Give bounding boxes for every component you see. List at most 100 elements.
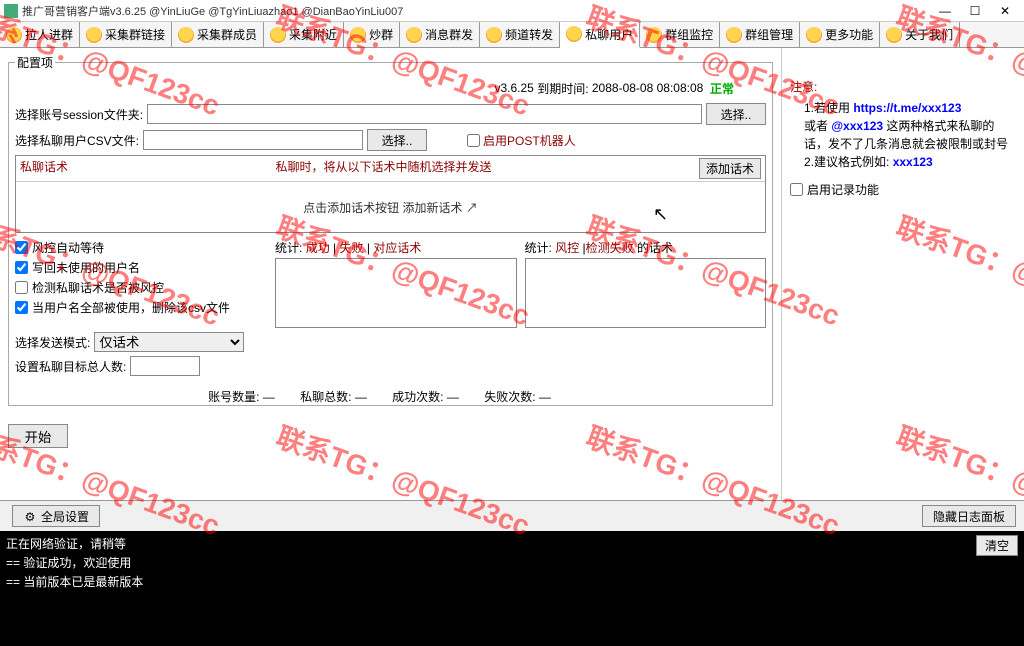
log-enable-checkbox[interactable] bbox=[790, 183, 803, 196]
tab-label: 炒群 bbox=[369, 26, 393, 43]
log-line-1: 正在网络验证，请稍等 bbox=[6, 535, 1018, 552]
tab-7[interactable]: 私聊用户 bbox=[560, 22, 640, 48]
stats1-column: 统计: 成功 | 失败 | 对应话术 bbox=[275, 239, 517, 328]
mid-row: 风控自动等待 写回未使用的用户名 检测私聊话术是否被风控 当用户名全部被使用，删… bbox=[15, 239, 766, 328]
tab-10[interactable]: 更多功能 bbox=[800, 22, 880, 47]
delete-csv-label: 当用户名全部被使用，删除该csv文件 bbox=[32, 299, 230, 316]
auto-wait-checkbox[interactable] bbox=[15, 241, 28, 254]
tab-label: 采集群链接 bbox=[105, 26, 165, 43]
log-enable-row: 启用记录功能 bbox=[790, 181, 1016, 198]
session-browse-button[interactable]: 选择.. bbox=[706, 103, 766, 125]
target-count-label: 设置私聊目标总人数: bbox=[15, 358, 126, 375]
status-value: 正常 bbox=[710, 80, 734, 97]
tab-icon bbox=[806, 27, 822, 43]
csv-input[interactable] bbox=[143, 130, 363, 150]
post-bot-label: 启用POST机器人 bbox=[483, 132, 576, 149]
tab-label: 采集群成员 bbox=[197, 26, 257, 43]
total-count: 私聊总数: — bbox=[300, 390, 367, 404]
stats1-label: 统计: 成功 | 失败 | 对应话术 bbox=[275, 239, 517, 256]
target-count-row: 设置私聊目标总人数: bbox=[15, 356, 766, 376]
minimize-button[interactable]: — bbox=[930, 1, 960, 21]
left-pane: 配置项 v3.6.25 到期时间: 2088-08-08 08:08:08 正常… bbox=[0, 48, 782, 500]
tab-bar: 拉人进群 采集群链接 采集群成员 采集附近 炒群 消息群发 频道转发 私聊用户 群组监控 群组管理… bbox=[0, 22, 1024, 48]
accounts-count: 账号数量: — bbox=[208, 390, 275, 404]
stats2-box[interactable] bbox=[525, 258, 767, 328]
close-button[interactable]: ✕ bbox=[990, 1, 1020, 21]
tab-label: 频道转发 bbox=[505, 26, 553, 43]
talk-body[interactable]: 点击添加话术按钮 添加新话术 ↗ bbox=[16, 182, 765, 232]
tab-icon bbox=[566, 26, 582, 42]
bottom-bar: ⚙全局设置 隐藏日志面板 bbox=[0, 500, 1024, 531]
tab-label: 采集附近 bbox=[289, 26, 337, 43]
tab-icon bbox=[178, 27, 194, 43]
main-area: 配置项 v3.6.25 到期时间: 2088-08-08 08:08:08 正常… bbox=[0, 48, 1024, 500]
maximize-button[interactable]: ☐ bbox=[960, 1, 990, 21]
post-bot-checkbox[interactable] bbox=[467, 134, 480, 147]
stats2-column: 统计: 风控 |检测失败 的话术 bbox=[525, 239, 767, 328]
session-input[interactable] bbox=[147, 104, 702, 124]
notice-body: 1.若使用 https://t.me/xxx123 或者 @xxx123 这两种… bbox=[790, 99, 1016, 171]
log-line-3: == 当前版本已是最新版本 bbox=[6, 573, 1018, 590]
tab-icon bbox=[86, 27, 102, 43]
checks-column: 风控自动等待 写回未使用的用户名 检测私聊话术是否被风控 当用户名全部被使用，删… bbox=[15, 239, 275, 328]
add-talk-button[interactable]: 添加话术 bbox=[699, 158, 761, 179]
tab-8[interactable]: 群组监控 bbox=[640, 22, 720, 47]
tab-icon bbox=[270, 27, 286, 43]
example-url: https://t.me/xxx123 bbox=[853, 101, 961, 115]
tab-9[interactable]: 群组管理 bbox=[720, 22, 800, 47]
tab-icon bbox=[726, 27, 742, 43]
tab-6[interactable]: 频道转发 bbox=[480, 22, 560, 47]
start-button[interactable]: 开始 bbox=[8, 424, 68, 448]
log-line-2: == 验证成功，欢迎使用 bbox=[6, 554, 1018, 571]
tab-2[interactable]: 采集群成员 bbox=[172, 22, 264, 47]
window-title: 推广哥营销客户端v3.6.25 @YinLiuGe @TgYinLiuazhao… bbox=[22, 3, 930, 19]
tab-label: 拉人进群 bbox=[25, 26, 73, 43]
tab-icon bbox=[406, 27, 422, 43]
tab-label: 私聊用户 bbox=[585, 26, 633, 43]
stats2-label: 统计: 风控 |检测失败 的话术 bbox=[525, 239, 767, 256]
success-count: 成功次数: — bbox=[392, 390, 459, 404]
tab-icon bbox=[886, 27, 902, 43]
tab-3[interactable]: 采集附近 bbox=[264, 22, 344, 47]
tab-0[interactable]: 拉人进群 bbox=[0, 22, 80, 47]
global-settings-button[interactable]: ⚙全局设置 bbox=[12, 505, 100, 527]
tab-1[interactable]: 采集群链接 bbox=[80, 22, 172, 47]
talk-title: 私聊话术 bbox=[20, 158, 68, 179]
delete-csv-checkbox[interactable] bbox=[15, 301, 28, 314]
expire-label: 到期时间: bbox=[537, 80, 588, 97]
clear-log-button[interactable]: 清空 bbox=[976, 535, 1018, 556]
tab-label: 群组管理 bbox=[745, 26, 793, 43]
send-mode-label: 选择发送模式: bbox=[15, 334, 90, 351]
tab-icon bbox=[486, 27, 502, 43]
csv-browse-button[interactable]: 选择.. bbox=[367, 129, 427, 151]
tab-label: 关于我们 bbox=[905, 26, 953, 43]
send-mode-row: 选择发送模式: 仅话术 bbox=[15, 332, 766, 352]
config-group: 配置项 v3.6.25 到期时间: 2088-08-08 08:08:08 正常… bbox=[8, 54, 773, 406]
status-row: v3.6.25 到期时间: 2088-08-08 08:08:08 正常 x bbox=[15, 75, 766, 99]
counts-row: 账号数量: — 私聊总数: — 成功次数: — 失败次数: — bbox=[15, 388, 766, 405]
csv-label: 选择私聊用户CSV文件: bbox=[15, 132, 139, 149]
gear-icon: ⚙ bbox=[23, 510, 37, 524]
tab-4[interactable]: 炒群 bbox=[344, 22, 400, 47]
stats1-box[interactable] bbox=[275, 258, 517, 328]
detect-checkbox[interactable] bbox=[15, 281, 28, 294]
session-label: 选择账号session文件夹: bbox=[15, 106, 143, 123]
write-back-checkbox[interactable] bbox=[15, 261, 28, 274]
tab-5[interactable]: 消息群发 bbox=[400, 22, 480, 47]
target-count-input[interactable] bbox=[130, 356, 200, 376]
hide-log-button[interactable]: 隐藏日志面板 bbox=[922, 505, 1016, 527]
title-bar: 推广哥营销客户端v3.6.25 @YinLiuGe @TgYinLiuazhao… bbox=[0, 0, 1024, 22]
right-pane: 注意: 1.若使用 https://t.me/xxx123 或者 @xxx123… bbox=[782, 48, 1024, 500]
notice-title: 注意: bbox=[790, 78, 1016, 95]
log-enable-label: 启用记录功能 bbox=[807, 181, 879, 198]
tab-icon bbox=[350, 27, 366, 43]
config-legend: 配置项 bbox=[15, 54, 55, 71]
send-mode-select[interactable]: 仅话术 bbox=[94, 332, 244, 352]
tab-label: 群组监控 bbox=[665, 26, 713, 43]
tab-11[interactable]: 关于我们 bbox=[880, 22, 960, 47]
tab-label: 更多功能 bbox=[825, 26, 873, 43]
tab-icon bbox=[646, 27, 662, 43]
tab-label: 消息群发 bbox=[425, 26, 473, 43]
csv-row: 选择私聊用户CSV文件: 选择.. 启用POST机器人 bbox=[15, 129, 766, 151]
auto-wait-label: 风控自动等待 bbox=[32, 239, 104, 256]
